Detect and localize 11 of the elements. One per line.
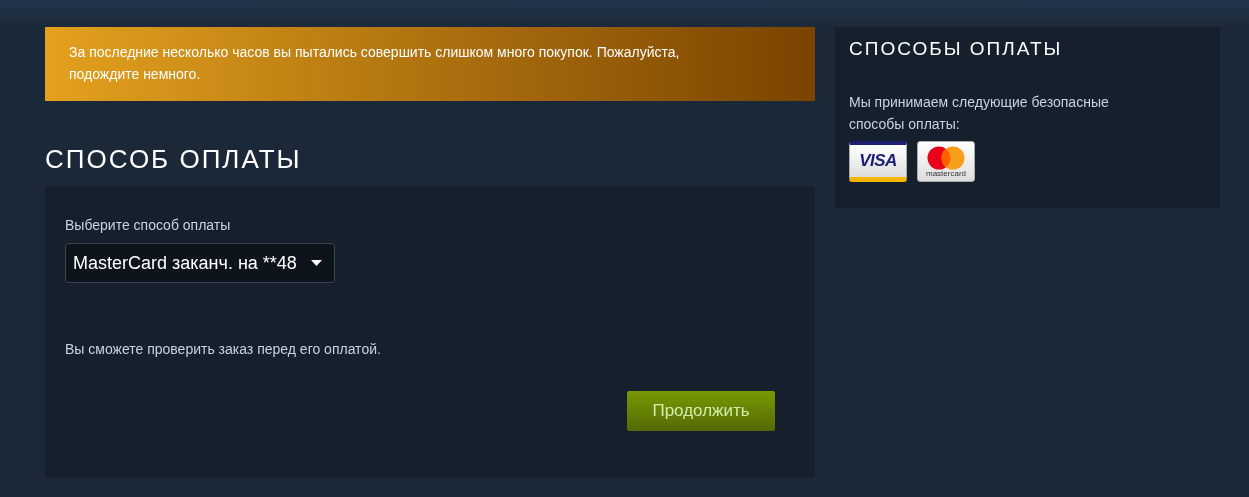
sidebar-text: Мы принимаем следующие безопасные способы оплаты: [849,93,1110,134]
warning-banner: За последние несколько часов вы пытались совершить слишком много покупок. Пожалуйста, подождите немного. [45,27,815,101]
visa-card-logo: VISA [849,141,907,182]
mastercard-logo: mastercard [917,141,975,182]
caret-icon [310,260,322,266]
section-title: СПОСОБ ОПЛАТЫ [45,143,303,175]
continue-button[interactable]: Продолжить [627,391,775,431]
field-label: Выберите способ оплаты [65,217,232,233]
info-text: Вы сможете проверить заказ перед его оплатой. [65,341,382,357]
payment-method-dropdown[interactable]: MasterCard заканч. на **48 [65,243,335,283]
sidebar-title: СПОСОБЫ ОПЛАТЫ [849,37,1064,61]
